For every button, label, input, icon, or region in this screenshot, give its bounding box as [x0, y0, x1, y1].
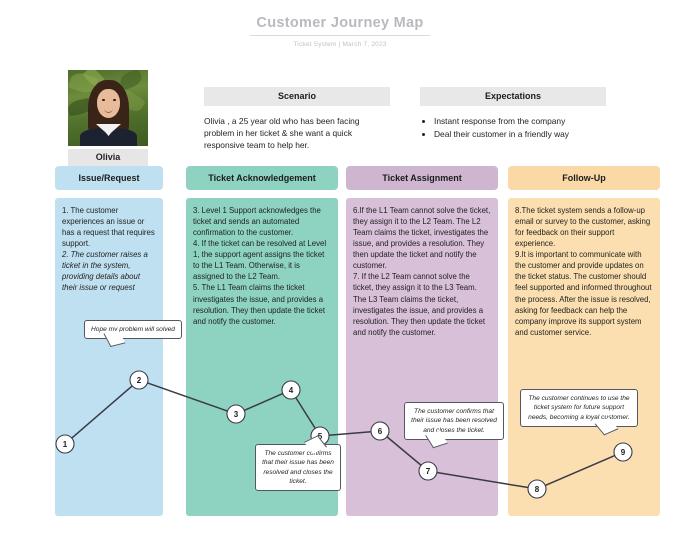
callout-bubble-4: The customer continues to use the ticket… — [520, 389, 638, 436]
avatar — [68, 70, 148, 146]
stage-body: 8.The ticket system sends a follow-up em… — [508, 198, 660, 516]
scenario-text: Olivia , a 25 year old who has been faci… — [204, 116, 360, 151]
stage-columns: Issue/Request 1. The customer experience… — [55, 166, 660, 518]
stage-paragraph: 8.The ticket system sends a follow-up em… — [515, 206, 651, 249]
stage-paragraph: 9.It is important to communicate with th… — [515, 250, 652, 337]
avatar-eye-right — [113, 99, 116, 101]
expectations-block: Expectations Instant response from the c… — [420, 87, 606, 141]
callout-bubble-3: The customer confirms that their issue h… — [404, 402, 504, 449]
page-title: Customer Journey Map — [250, 15, 430, 36]
stage-column-ticket-assignment: Ticket Assignment 6.If the L1 Team canno… — [346, 166, 498, 518]
scenario-block: Scenario Olivia , a 25 year old who has … — [204, 87, 390, 152]
stage-paragraph: 3. Level 1 Support acknowledges the tick… — [193, 206, 321, 238]
expectations-list: Instant response from the companyDeal th… — [420, 115, 606, 140]
persona-name-label: Olivia — [68, 149, 148, 166]
expectation-item: Instant response from the company — [434, 115, 606, 127]
stage-paragraph: 1. The customer experiences an issue or … — [62, 206, 155, 249]
persona-card: Olivia — [68, 70, 148, 166]
stage-paragraph: 2. The customer raises a ticket in the s… — [62, 250, 148, 293]
page-subtitle: Ticket System | March 7, 2023 — [293, 41, 387, 48]
callout-bubble-2: The customer confirms that their issue h… — [255, 435, 341, 492]
stage-body: 6.If the L1 Team cannot solve the ticket… — [346, 198, 498, 516]
stage-header: Ticket Acknowledgement — [186, 166, 338, 190]
title-block: Customer Journey Map Ticket System | Mar… — [0, 14, 680, 48]
stage-paragraph: 7. If the L2 Team cannot solve the ticke… — [353, 272, 486, 337]
stage-header: Issue/Request — [55, 166, 163, 190]
stage-paragraph: 5. The L1 Team claims the ticket investi… — [193, 283, 326, 326]
scenario-heading: Scenario — [204, 87, 390, 106]
stage-header: Follow-Up — [508, 166, 660, 190]
stage-column-follow-up: Follow-Up 8.The ticket system sends a fo… — [508, 166, 660, 518]
avatar-face — [97, 89, 120, 118]
stage-body: 1. The customer experiences an issue or … — [55, 198, 163, 516]
stage-paragraph: 4. If the ticket can be resolved at Leve… — [193, 239, 327, 282]
stage-header: Ticket Assignment — [346, 166, 498, 190]
callout-bubble-1: Hope my problem will solved — [84, 320, 182, 348]
expectation-item: Deal their customer in a friendly way — [434, 128, 606, 140]
avatar-eye-left — [102, 99, 105, 101]
expectations-heading: Expectations — [420, 87, 606, 106]
expectations-text: Instant response from the companyDeal th… — [420, 115, 606, 140]
stage-paragraph: 6.If the L1 Team cannot solve the ticket… — [353, 206, 491, 271]
